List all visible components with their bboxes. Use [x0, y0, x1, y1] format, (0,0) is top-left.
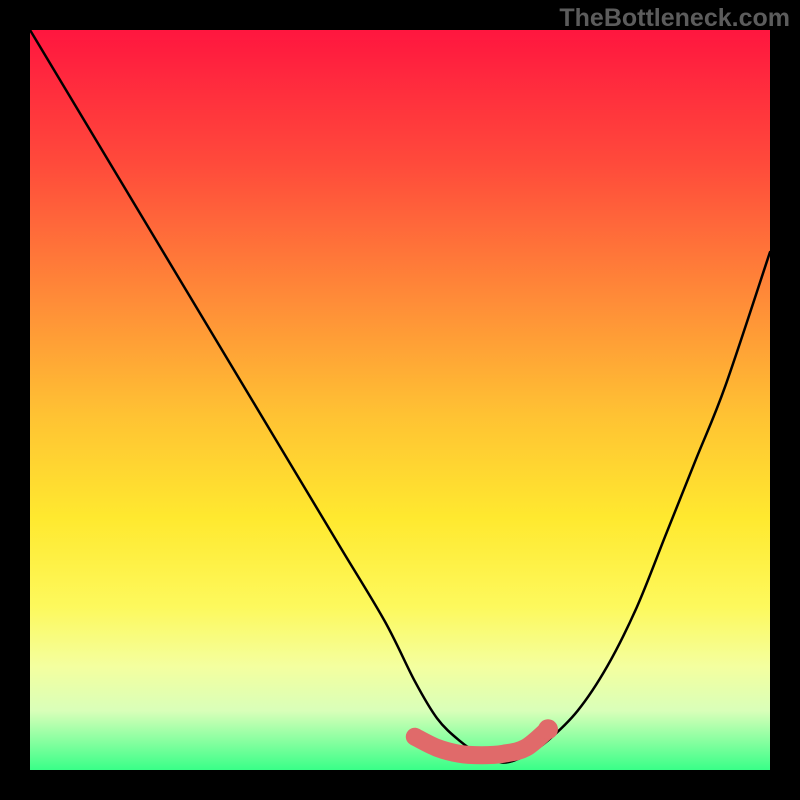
optimal-band	[415, 729, 548, 755]
bottleneck-curve	[30, 30, 770, 763]
watermark-text: TheBottleneck.com	[559, 4, 790, 33]
optimal-band-end-dot	[538, 719, 558, 739]
chart-frame: TheBottleneck.com	[0, 0, 800, 800]
plot-area	[30, 30, 770, 770]
curve-layer	[30, 30, 770, 770]
